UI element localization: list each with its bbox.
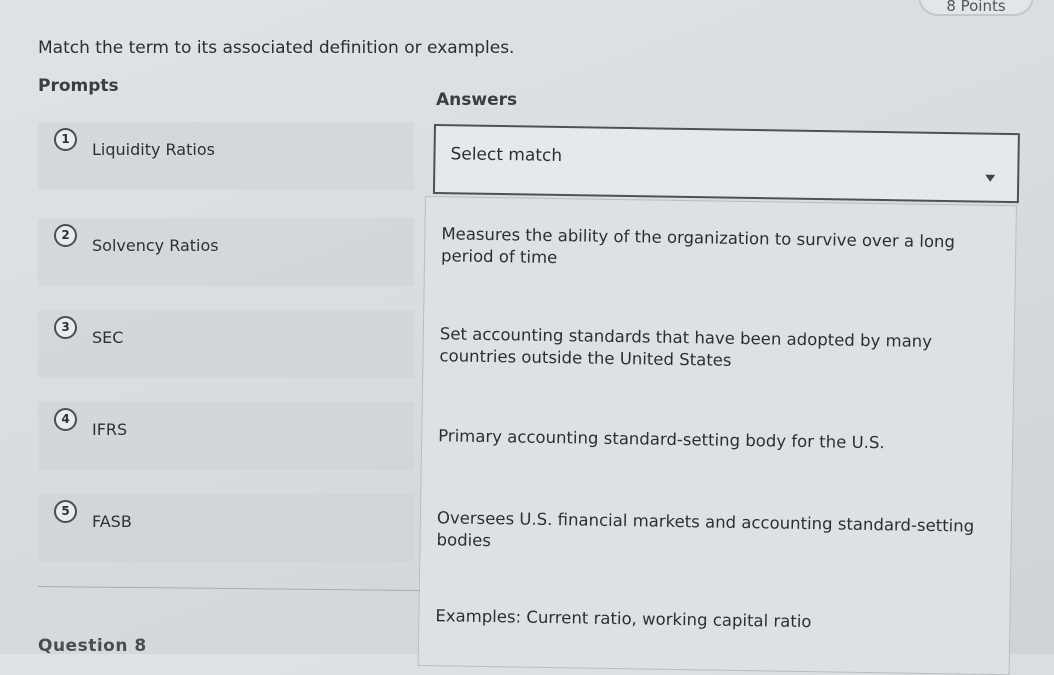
answers-option-list: Measures the ability of the organization… [417, 196, 1017, 675]
caret-down-icon [985, 174, 996, 182]
answers-heading: Answers [436, 90, 518, 110]
answer-option[interactable]: Primary accounting standard-setting body… [438, 425, 978, 455]
answer-option[interactable]: Set accounting standards that have been … [439, 323, 980, 375]
answer-option[interactable]: Examples: Current ratio, working capital… [435, 605, 975, 635]
prompt-row-liquidity-ratios: 1 Liquidity Ratios [38, 122, 414, 190]
prompt-number-badge: 2 [54, 224, 77, 247]
prompt-label: Solvency Ratios [92, 236, 219, 255]
prompt-number-badge: 4 [54, 408, 77, 431]
prompt-label: SEC [92, 328, 124, 347]
answer-option[interactable]: Measures the ability of the organization… [441, 223, 982, 275]
match-select-dropdown[interactable]: Select match [432, 124, 1020, 204]
prompt-number-badge: 1 [54, 128, 77, 151]
answer-option[interactable]: Oversees U.S. financial markets and acco… [436, 507, 977, 559]
prompt-label: FASB [92, 512, 132, 531]
prompt-label: IFRS [92, 420, 128, 439]
prompts-heading: Prompts [38, 76, 119, 96]
prompt-row-fasb: 5 FASB [38, 494, 414, 562]
next-question-heading: Question 8 [38, 636, 147, 656]
prompt-row-sec: 3 SEC [38, 310, 414, 378]
section-divider [38, 585, 420, 592]
prompt-number-badge: 5 [54, 500, 77, 523]
points-badge: 8 Points [918, 0, 1034, 16]
prompt-row-solvency-ratios: 2 Solvency Ratios [38, 218, 414, 286]
prompt-label: Liquidity Ratios [92, 140, 215, 159]
instruction-text: Match the term to its associated definit… [38, 38, 515, 58]
select-placeholder: Select match [450, 144, 563, 167]
prompt-number-badge: 3 [54, 316, 77, 339]
prompt-row-ifrs: 4 IFRS [38, 402, 414, 470]
